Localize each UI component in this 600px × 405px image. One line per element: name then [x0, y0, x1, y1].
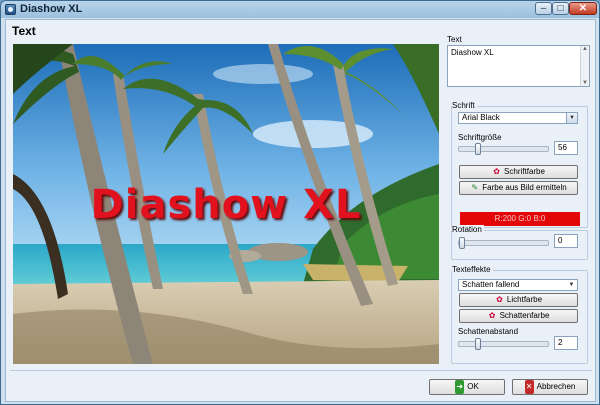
app-icon	[5, 4, 16, 15]
font-size-field[interactable]: 56	[554, 141, 578, 155]
minimize-button[interactable]: –	[535, 2, 552, 15]
close-button[interactable]: ✕	[569, 2, 597, 15]
text-label: Text	[447, 35, 462, 44]
font-group-label: Schrift	[452, 101, 477, 110]
pick-color-from-image-button[interactable]: ✎ Farbe aus Bild ermitteln	[459, 181, 578, 195]
window-title: Diashow XL	[20, 3, 83, 15]
font-family-value: Arial Black	[462, 113, 500, 122]
font-size-slider[interactable]	[458, 143, 549, 155]
shadow-distance-label: Schattenabstand	[458, 327, 519, 336]
dialog-body: Text Diashow XL Text Diashow XL ▲ ▼ Schr…	[5, 19, 596, 402]
ok-button[interactable]: ➜ OK	[429, 379, 505, 395]
shadow-distance-slider-thumb[interactable]	[475, 338, 481, 350]
eyedropper-icon: ✎	[471, 183, 479, 192]
arrow-right-icon: ➜	[455, 380, 465, 394]
shadow-mode-value: Schatten fallend	[462, 280, 520, 289]
rotation-slider-thumb[interactable]	[459, 237, 465, 249]
palette-icon: ✿	[493, 167, 500, 176]
rotation-label: Rotation	[452, 225, 484, 234]
page-title: Text	[12, 24, 36, 38]
font-family-select[interactable]: Arial Black ▼	[458, 112, 578, 124]
font-size-slider-thumb[interactable]	[475, 143, 481, 155]
text-input[interactable]: Diashow XL	[447, 45, 590, 87]
dialog-window: Diashow XL – □ ✕ Text Diashow XL Text Di…	[0, 0, 600, 405]
palette-icon: ✿	[488, 311, 496, 320]
font-color-swatch: R:200 G:0 B:0	[460, 212, 580, 226]
image-preview: Diashow XL	[13, 44, 439, 364]
title-bar[interactable]: Diashow XL – □ ✕	[1, 1, 599, 18]
shadow-distance-field[interactable]: 2	[554, 336, 578, 350]
shadow-mode-select[interactable]: Schatten fallend ▼	[458, 279, 578, 291]
maximize-button[interactable]: □	[552, 2, 569, 15]
text-effects-label: Texteffekte	[452, 265, 493, 274]
chevron-down-icon: ▼	[568, 282, 575, 288]
rotation-slider[interactable]	[458, 237, 549, 249]
close-icon: ✕	[524, 380, 534, 394]
text-input-scrollbar[interactable]	[580, 46, 589, 86]
chevron-down-icon: ▼	[566, 113, 577, 123]
text-input-value: Diashow XL	[451, 48, 494, 57]
footer-divider	[10, 370, 592, 371]
font-color-button[interactable]: ✿ Schriftfarbe	[459, 165, 578, 179]
light-color-button[interactable]: ✿ Lichtfarbe	[459, 293, 578, 307]
cancel-button[interactable]: ✕ Abbrechen	[512, 379, 588, 395]
shadow-color-button[interactable]: ✿ Schattenfarbe	[459, 309, 578, 323]
palette-icon: ✿	[496, 295, 503, 304]
rotation-field[interactable]: 0	[554, 234, 578, 248]
shadow-distance-slider[interactable]	[458, 338, 549, 350]
font-size-label: Schriftgröße	[458, 133, 502, 142]
preview-overlay-text[interactable]: Diashow XL	[13, 182, 439, 228]
